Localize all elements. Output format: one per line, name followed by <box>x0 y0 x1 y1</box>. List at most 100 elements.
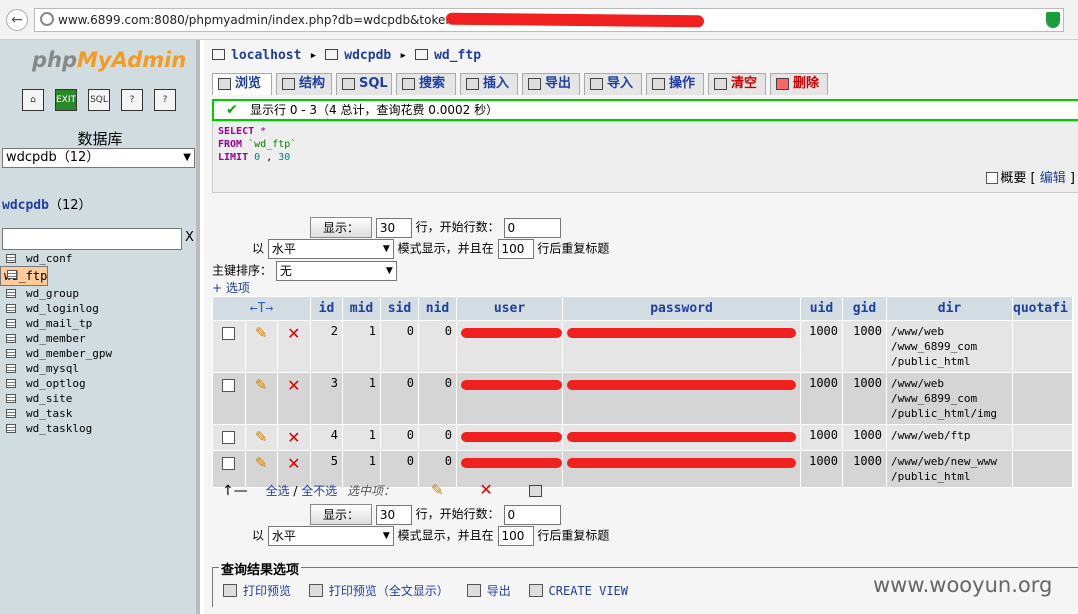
repeat-header-input[interactable]: 100 <box>497 526 534 546</box>
docs-icon[interactable]: ? <box>154 89 176 111</box>
breadcrumb-server[interactable]: localhost <box>231 48 301 63</box>
sidebar-table-item[interactable]: wd_tasklog <box>0 421 197 436</box>
sidebar-table-item[interactable]: wd_task <box>0 406 197 421</box>
back-icon[interactable]: ← <box>6 9 28 31</box>
phpmyadmin-logo[interactable]: phpMyAdmin <box>32 48 186 72</box>
database-select[interactable]: wdcpdb（12） ▼ <box>2 148 195 168</box>
tab-sql[interactable]: SQL <box>336 73 392 95</box>
row-checkbox[interactable] <box>222 327 236 340</box>
pencil-icon[interactable]: ✎ <box>255 428 268 446</box>
row-checkbox[interactable] <box>222 431 236 444</box>
pencil-icon[interactable]: ✎ <box>255 324 268 342</box>
create-view-link[interactable]: CREATE VIEW <box>549 584 628 598</box>
tab-browse[interactable]: 浏览 <box>212 73 272 95</box>
sidebar-table-label[interactable]: wd_task <box>26 407 72 420</box>
sort-arrows[interactable]: ←T→ <box>212 296 311 321</box>
row-checkbox[interactable] <box>222 379 236 392</box>
breadcrumb-db[interactable]: wdcpdb <box>344 48 391 63</box>
table-icon[interactable] <box>6 379 16 388</box>
table-icon[interactable] <box>6 254 16 263</box>
table-icon[interactable] <box>6 319 16 328</box>
database-name[interactable]: wdcpdb <box>2 198 49 213</box>
tab-search[interactable]: 搜索 <box>396 73 456 95</box>
sidebar-table-item[interactable]: wd_member <box>0 331 197 346</box>
sidebar-table-item[interactable]: wd_mail_tp <box>0 316 197 331</box>
delete-icon[interactable]: ✕ <box>287 454 300 473</box>
sidebar-table-label[interactable]: wd_member_gpw <box>26 347 112 360</box>
clear-filter-button[interactable]: X <box>185 230 194 245</box>
sidebar-table-label[interactable]: wd_loginlog <box>26 302 99 315</box>
sidebar-table-label[interactable]: wd_mail_tp <box>26 317 92 330</box>
tab-empty[interactable]: 清空 <box>708 73 766 95</box>
rows-input[interactable]: 30 <box>375 504 412 525</box>
table-icon[interactable] <box>7 270 17 279</box>
rows-input[interactable]: 30 <box>375 217 412 238</box>
show-button[interactable]: 显示： <box>310 504 373 525</box>
tab-structure[interactable]: 结构 <box>276 73 332 95</box>
column-header-mid[interactable]: mid <box>342 296 381 321</box>
sidebar-table-item[interactable]: wd_member_gpw <box>0 346 197 361</box>
sidebar-table-item[interactable]: wd_ftp <box>0 266 49 286</box>
sidebar-table-label[interactable]: wd_mysql <box>26 362 79 375</box>
table-icon[interactable] <box>6 424 16 433</box>
table-icon[interactable] <box>6 304 16 313</box>
table-filter-input[interactable] <box>2 228 182 250</box>
print-view-link[interactable]: 打印预览 <box>243 584 291 598</box>
table-icon[interactable] <box>6 364 16 373</box>
sidebar-table-item[interactable]: wd_loginlog <box>0 301 197 316</box>
sidebar-table-item[interactable]: wd_site <box>0 391 197 406</box>
table-icon[interactable] <box>6 289 16 298</box>
sidebar-table-item[interactable]: wd_mysql <box>0 361 197 376</box>
pencil-icon[interactable]: ✎ <box>255 376 268 394</box>
tab-drop[interactable]: 删除 <box>770 73 828 95</box>
home-icon[interactable]: ⌂ <box>22 89 44 111</box>
column-header-quota[interactable]: quotafi <box>1012 296 1073 321</box>
column-header-sid[interactable]: sid <box>380 296 419 321</box>
sql-icon[interactable]: SQL <box>88 89 110 111</box>
sidebar-table-item[interactable]: wd_group <box>0 286 197 301</box>
display-mode-select[interactable]: 水平 ▼ <box>267 239 394 259</box>
start-input[interactable]: 0 <box>503 504 561 525</box>
tab-insert[interactable]: 插入 <box>460 73 518 95</box>
column-header-nid[interactable]: nid <box>418 296 457 321</box>
select-all-link[interactable]: 全选 <box>266 484 290 498</box>
edit-query-link[interactable]: 编辑 <box>1040 171 1066 186</box>
column-header-dir[interactable]: dir <box>886 296 1013 321</box>
sidebar-table-item[interactable]: wd_conf <box>0 251 197 266</box>
sidebar-table-label[interactable]: wd_site <box>26 392 72 405</box>
pencil-icon[interactable]: ✎ <box>431 481 444 499</box>
delete-icon[interactable]: ✕ <box>287 428 300 447</box>
display-mode-select[interactable]: 水平 ▼ <box>267 526 394 546</box>
table-icon[interactable] <box>6 334 16 343</box>
tab-import[interactable]: 导入 <box>584 73 642 95</box>
options-link[interactable]: + 选项 <box>212 281 250 295</box>
delete-icon[interactable]: ✕ <box>479 480 492 499</box>
sidebar-table-label[interactable]: wd_tasklog <box>26 422 92 435</box>
sidebar-table-label[interactable]: wd_conf <box>26 252 72 265</box>
table-icon[interactable] <box>6 409 16 418</box>
repeat-header-input[interactable]: 100 <box>497 239 534 259</box>
tab-export[interactable]: 导出 <box>522 73 580 95</box>
sidebar-table-item[interactable]: wd_optlog <box>0 376 197 391</box>
export-link[interactable]: 导出 <box>487 584 511 598</box>
sort-select[interactable]: 无 ▼ <box>275 261 397 281</box>
sidebar-table-label[interactable]: wd_member <box>26 332 86 345</box>
column-header-gid[interactable]: gid <box>842 296 887 321</box>
overview-checkbox[interactable] <box>986 172 999 184</box>
export-icon[interactable] <box>528 485 542 497</box>
sidebar-table-label[interactable]: wd_optlog <box>26 377 86 390</box>
exit-icon[interactable]: EXIT <box>55 89 77 111</box>
column-header-id[interactable]: id <box>310 296 343 321</box>
pencil-icon[interactable]: ✎ <box>255 454 268 472</box>
column-header-user[interactable]: user <box>456 296 563 321</box>
breadcrumb-table[interactable]: wd_ftp <box>434 48 481 63</box>
column-header-password[interactable]: password <box>562 296 801 321</box>
table-icon[interactable] <box>6 349 16 358</box>
select-none-link[interactable]: 全不选 <box>301 484 337 498</box>
delete-icon[interactable]: ✕ <box>287 324 300 343</box>
delete-icon[interactable]: ✕ <box>287 376 300 395</box>
database-title[interactable]: wdcpdb（12） <box>2 194 92 213</box>
column-header-uid[interactable]: uid <box>800 296 843 321</box>
show-button[interactable]: 显示： <box>310 217 373 238</box>
start-input[interactable]: 0 <box>503 217 561 238</box>
